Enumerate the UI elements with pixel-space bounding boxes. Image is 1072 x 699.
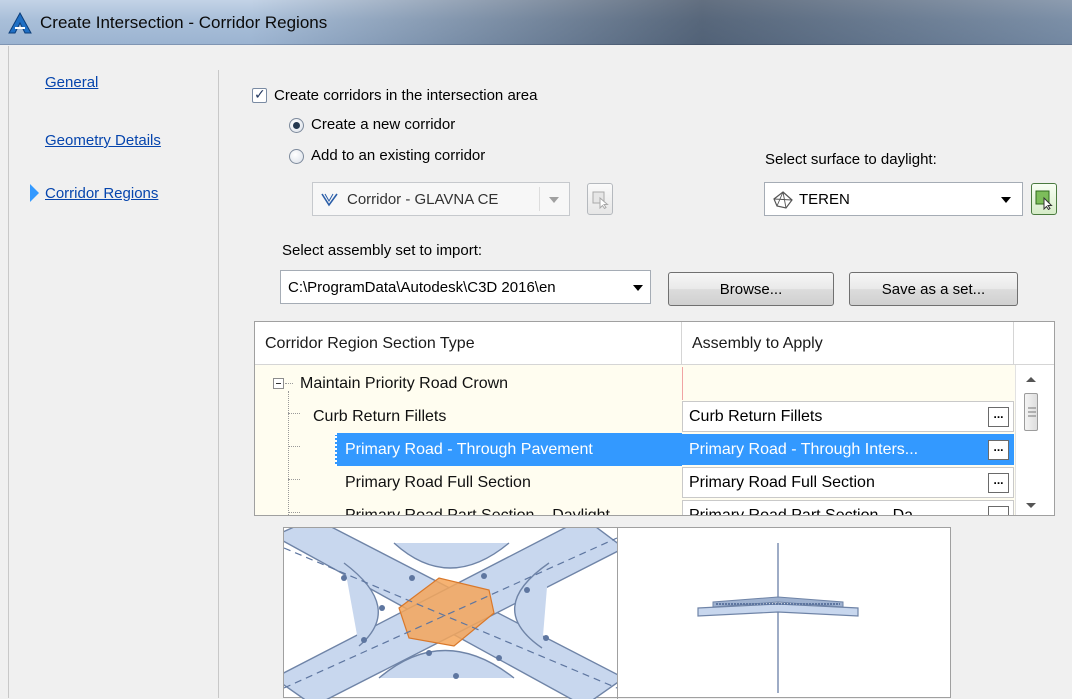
nav-item-general[interactable]: General bbox=[45, 74, 98, 91]
assembly-cell[interactable]: Primary Road - Through Inters... ... bbox=[682, 434, 1014, 465]
left-nav: General Geometry Details Corridor Region… bbox=[9, 46, 219, 698]
surface-label: Select surface to daylight: bbox=[765, 151, 937, 168]
tree-group-row[interactable]: Maintain Priority Road Crown bbox=[255, 367, 1015, 400]
tree-connector bbox=[285, 383, 293, 384]
assembly-cell[interactable]: Primary Road Full Section ... bbox=[682, 467, 1014, 498]
ellipsis-button[interactable]: ... bbox=[988, 440, 1009, 460]
nav-item-corridor-regions[interactable]: Corridor Regions bbox=[45, 185, 158, 202]
grip-icon bbox=[1028, 407, 1036, 417]
group-assembly-cell bbox=[682, 367, 1015, 400]
active-pointer-icon bbox=[30, 184, 39, 202]
dialog-body: General Geometry Details Corridor Region… bbox=[8, 46, 1072, 699]
ellipsis-button[interactable]: ... bbox=[988, 407, 1009, 427]
existing-corridor-value: Corridor - GLAVNA CE bbox=[347, 191, 499, 208]
chevron-down-icon bbox=[633, 285, 643, 291]
corridor-icon bbox=[321, 193, 338, 207]
pick-in-drawing-icon bbox=[592, 191, 609, 209]
assembly-value: Curb Return Fillets bbox=[689, 408, 823, 425]
section-type-text: Primary Road - Through Pavement bbox=[345, 441, 593, 458]
chevron-down-icon bbox=[1001, 197, 1011, 203]
pick-in-drawing-icon bbox=[1035, 190, 1053, 210]
radio-selected-dot bbox=[293, 122, 300, 129]
checkmark-icon: ✓ bbox=[254, 86, 266, 102]
group-label: Maintain Priority Road Crown bbox=[300, 375, 509, 392]
create-corridors-checkbox[interactable]: ✓ bbox=[252, 86, 267, 103]
nav-item-geometry-details[interactable]: Geometry Details bbox=[45, 132, 161, 149]
scroll-down-arrow-icon[interactable] bbox=[1026, 503, 1036, 508]
combo-divider bbox=[539, 187, 540, 211]
section-type-cell: Primary Road - Through Pavement bbox=[255, 433, 682, 466]
autocad-a-icon bbox=[8, 12, 32, 34]
assembly-set-value: C:\ProgramData\Autodesk\C3D 2016\en bbox=[288, 279, 556, 296]
table-row[interactable]: Primary Road Part Section – Daylight Pri… bbox=[255, 499, 1015, 516]
ellipsis-button[interactable]: ... bbox=[988, 473, 1009, 493]
grid-body: Maintain Priority Road Crown Curb Return… bbox=[255, 365, 1015, 516]
intersection-plan-diagram bbox=[284, 528, 617, 699]
create-new-corridor-label: Create a new corridor bbox=[311, 116, 456, 133]
pick-corridor-button[interactable] bbox=[587, 183, 613, 215]
surface-value: TEREN bbox=[799, 191, 850, 208]
assembly-value: Primary Road Part Section - Da bbox=[689, 507, 914, 516]
title-bar: Create Intersection - Corridor Regions bbox=[0, 0, 1072, 45]
assembly-cell[interactable]: Primary Road Part Section - Da ... bbox=[682, 500, 1014, 516]
collapse-toggle-icon[interactable] bbox=[273, 378, 284, 389]
create-corridors-label: Create corridors in the intersection are… bbox=[274, 87, 538, 104]
preview-panel bbox=[283, 527, 951, 699]
column-header-section-type[interactable]: Corridor Region Section Type bbox=[255, 322, 682, 365]
table-row-selected[interactable]: Primary Road - Through Pavement Primary … bbox=[255, 433, 1015, 466]
assembly-cell[interactable]: Curb Return Fillets ... bbox=[682, 401, 1014, 432]
section-type-cell: Primary Road Part Section – Daylight bbox=[345, 507, 610, 516]
vertical-scrollbar[interactable] bbox=[1015, 365, 1054, 515]
table-row[interactable]: Primary Road Full Section Primary Road F… bbox=[255, 466, 1015, 499]
grid-header: Corridor Region Section Type Assembly to… bbox=[255, 322, 1054, 365]
section-type-cell: Curb Return Fillets bbox=[313, 408, 447, 425]
table-row[interactable]: Curb Return Fillets Curb Return Fillets … bbox=[255, 400, 1015, 433]
pick-surface-button[interactable] bbox=[1031, 183, 1057, 215]
window-title: Create Intersection - Corridor Regions bbox=[40, 13, 328, 32]
save-as-set-button[interactable]: Save as a set... bbox=[849, 272, 1018, 306]
corridor-regions-grid: Corridor Region Section Type Assembly to… bbox=[254, 321, 1055, 516]
assembly-value: Primary Road Full Section bbox=[689, 474, 875, 491]
cross-section-diagram bbox=[697, 543, 859, 693]
column-header-assembly[interactable]: Assembly to Apply bbox=[682, 322, 1014, 365]
surface-select[interactable]: TEREN bbox=[764, 182, 1023, 216]
surface-icon bbox=[773, 191, 793, 209]
add-existing-corridor-label: Add to an existing corridor bbox=[311, 147, 486, 164]
section-type-cell: Primary Road Full Section bbox=[345, 474, 531, 491]
title-bar-gradient bbox=[250, 0, 1072, 45]
create-new-corridor-radio[interactable] bbox=[289, 118, 304, 133]
add-existing-corridor-radio[interactable] bbox=[289, 149, 304, 164]
assembly-set-label: Select assembly set to import: bbox=[282, 242, 483, 259]
existing-corridor-select[interactable]: Corridor - GLAVNA CE bbox=[312, 182, 570, 216]
assembly-set-select[interactable]: C:\ProgramData\Autodesk\C3D 2016\en bbox=[280, 270, 651, 304]
scroll-thumb[interactable] bbox=[1024, 393, 1038, 431]
nav-divider bbox=[218, 70, 219, 698]
browse-button[interactable]: Browse... bbox=[668, 272, 834, 306]
scroll-up-arrow-icon[interactable] bbox=[1026, 377, 1036, 382]
assembly-value: Primary Road - Through Inters... bbox=[689, 441, 919, 458]
chevron-down-icon bbox=[549, 197, 559, 203]
ellipsis-button[interactable]: ... bbox=[988, 506, 1009, 515]
